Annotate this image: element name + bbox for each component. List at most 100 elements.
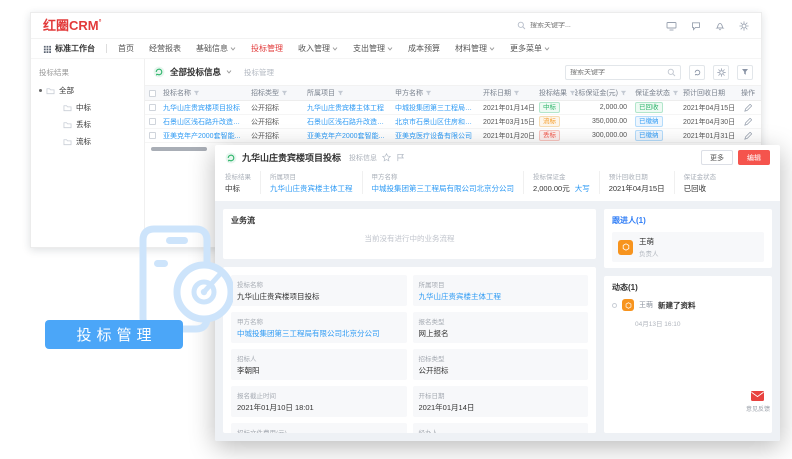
bidding-management-label: 投标管理 bbox=[45, 320, 183, 349]
result-badge: 流标 bbox=[539, 116, 560, 127]
row-checkbox[interactable] bbox=[149, 132, 156, 139]
funnel-icon[interactable] bbox=[281, 90, 288, 97]
record-type-icon bbox=[225, 152, 237, 164]
table-row[interactable]: 九华山庄贵宾楼项目投标 公开招标 九华山庄贵宾楼主体工程 中城投集团第三工程局有… bbox=[145, 101, 761, 115]
nav-item-material[interactable]: 材料管理 bbox=[455, 43, 495, 54]
sidebar-title: 投标结果 bbox=[39, 67, 136, 78]
project-link[interactable]: 亚美克年产2000套智能... bbox=[307, 131, 384, 141]
message-icon[interactable] bbox=[691, 21, 701, 31]
search-icon bbox=[517, 21, 526, 30]
field-signup-type: 报名类型网上报名 bbox=[413, 312, 589, 343]
view-title[interactable]: 全部投标信息 bbox=[170, 66, 221, 78]
funnel-icon[interactable] bbox=[193, 90, 200, 97]
field-doc-fee: 招标文件费用(元)300.00元大写 bbox=[231, 423, 407, 433]
filter-button[interactable] bbox=[737, 65, 753, 80]
row-checkbox[interactable] bbox=[149, 118, 156, 125]
nav-item-more[interactable]: 更多菜单 bbox=[510, 43, 550, 54]
party-link[interactable]: 中城投集团第三工程局有限公司北京分公司 bbox=[372, 184, 515, 193]
nav-item-basicinfo[interactable]: 基础信息 bbox=[196, 43, 236, 54]
folder-icon bbox=[46, 87, 55, 95]
funnel-icon[interactable] bbox=[513, 90, 520, 97]
nav-item-budget[interactable]: 成本预算 bbox=[408, 43, 440, 54]
sidebar-item-failed[interactable]: 流标 bbox=[63, 136, 136, 147]
list-search[interactable] bbox=[565, 65, 681, 80]
edit-icon[interactable] bbox=[744, 132, 752, 140]
nav-item-reports[interactable]: 经营报表 bbox=[149, 43, 181, 54]
folder-icon bbox=[63, 104, 72, 112]
uppercase-link[interactable]: 大写 bbox=[575, 184, 590, 193]
summary-bar: 投标结果中标 所属项目九华山庄贵宾楼主体工程 甲方名称中城投集团第三工程局有限公… bbox=[215, 170, 780, 201]
select-all-checkbox[interactable] bbox=[149, 90, 156, 97]
bid-name-link[interactable]: 石景山区浅石路升改造工程 bbox=[163, 117, 243, 127]
main-nav: 标准工作台 首页 经营报表 基础信息 投标管理 收入管理 支出管理 成本预算 材… bbox=[31, 39, 761, 59]
folder-icon bbox=[63, 121, 72, 129]
more-button[interactable]: 更多 bbox=[701, 150, 733, 165]
funnel-icon[interactable] bbox=[337, 90, 344, 97]
detail-fields-card: 投标名称九华山庄贵宾楼项目投标 所属项目九华山庄贵宾楼主体工程 甲方名称中城投集… bbox=[223, 267, 596, 433]
field-tender-type: 招标类型公开招标 bbox=[413, 349, 589, 380]
project-link[interactable]: 九华山庄贵宾楼主体工程 bbox=[270, 184, 353, 193]
party-link[interactable]: 北京市石景山区住房和城... bbox=[395, 117, 475, 127]
field-tenderer: 招标人李朝阳 bbox=[231, 349, 407, 380]
follower-card: 跟进人(1) 王萌 负责人 bbox=[604, 209, 772, 268]
funnel-icon[interactable] bbox=[672, 90, 679, 97]
avatar bbox=[622, 299, 634, 311]
funnel-icon[interactable] bbox=[620, 90, 627, 97]
nav-item-expense[interactable]: 支出管理 bbox=[353, 43, 393, 54]
list-search-input[interactable] bbox=[570, 69, 662, 76]
nav-item-bidding[interactable]: 投标管理 bbox=[251, 43, 283, 54]
sidebar-item-all[interactable]: 全部 bbox=[39, 85, 136, 96]
gear-icon[interactable] bbox=[739, 21, 749, 31]
list-toolbar: 全部投标信息 投标管理 bbox=[145, 59, 761, 85]
table-row[interactable]: 石景山区浅石路升改造工程 公开招标 石景山区浅石路升改造工程 北京市石景山区住房… bbox=[145, 115, 761, 129]
status-badge: 已缴纳 bbox=[635, 116, 663, 127]
party-link[interactable]: 中城投集团第三工程局有限公司北京分公司 bbox=[237, 329, 380, 338]
party-link[interactable]: 亚美克医疗设备有限公司 bbox=[395, 131, 472, 141]
nav-item-income[interactable]: 收入管理 bbox=[298, 43, 338, 54]
edit-button[interactable]: 编辑 bbox=[738, 150, 770, 165]
grid-icon bbox=[43, 45, 51, 53]
row-checkbox[interactable] bbox=[149, 104, 156, 111]
edit-icon[interactable] bbox=[744, 104, 752, 112]
project-link[interactable]: 石景山区浅石路升改造工程 bbox=[307, 117, 387, 127]
feedback-envelope-icon bbox=[750, 389, 765, 402]
sidebar-item-lost[interactable]: 丢标 bbox=[63, 119, 136, 130]
global-search-input[interactable] bbox=[530, 22, 620, 29]
global-search[interactable] bbox=[517, 21, 620, 30]
detail-subtitle: 投标信息 bbox=[349, 153, 377, 163]
workbench-switcher[interactable]: 标准工作台 bbox=[43, 43, 95, 54]
horizontal-scrollbar[interactable] bbox=[151, 147, 207, 151]
nav-divider bbox=[106, 44, 107, 53]
star-icon[interactable] bbox=[382, 153, 391, 162]
summary-result: 中标 bbox=[225, 183, 251, 194]
bid-name-link[interactable]: 亚美克年产2000套智能... bbox=[163, 131, 240, 141]
follower-item[interactable]: 王萌 负责人 bbox=[612, 232, 764, 262]
field-open-date: 开标日期2021年01月14日 bbox=[413, 386, 589, 417]
project-link[interactable]: 九华山庄贵宾楼主体工程 bbox=[419, 292, 502, 301]
chevron-down-icon bbox=[387, 47, 393, 51]
project-link[interactable]: 九华山庄贵宾楼主体工程 bbox=[307, 103, 384, 113]
nav-item-home[interactable]: 首页 bbox=[118, 43, 134, 54]
chevron-down-icon bbox=[230, 47, 236, 51]
table-row[interactable]: 亚美克年产2000套智能... 公开招标 亚美克年产2000套智能... 亚美克… bbox=[145, 129, 761, 143]
activity-item: 王萌 新建了资料 bbox=[612, 299, 764, 311]
sidebar-item-won[interactable]: 中标 bbox=[63, 102, 136, 113]
party-link[interactable]: 中城投集团第三工程局有... bbox=[395, 103, 475, 113]
feedback-button[interactable]: 意见反馈 bbox=[746, 389, 770, 413]
refresh-button[interactable] bbox=[689, 65, 705, 80]
breadcrumb: 投标管理 bbox=[244, 67, 274, 78]
record-type-icon bbox=[153, 66, 165, 78]
bell-icon[interactable] bbox=[715, 21, 725, 31]
result-badge: 中标 bbox=[539, 102, 560, 113]
avatar bbox=[618, 240, 633, 255]
folder-icon bbox=[63, 138, 72, 146]
device-icon[interactable] bbox=[666, 21, 677, 31]
edit-icon[interactable] bbox=[744, 118, 752, 126]
flag-icon[interactable] bbox=[396, 153, 405, 162]
chevron-down-icon[interactable] bbox=[226, 70, 232, 74]
funnel-icon[interactable] bbox=[425, 90, 432, 97]
funnel-icon bbox=[741, 68, 749, 76]
follower-title: 跟进人(1) bbox=[612, 215, 764, 226]
bid-name-link[interactable]: 九华山庄贵宾楼项目投标 bbox=[163, 103, 240, 113]
settings-button[interactable] bbox=[713, 65, 729, 80]
